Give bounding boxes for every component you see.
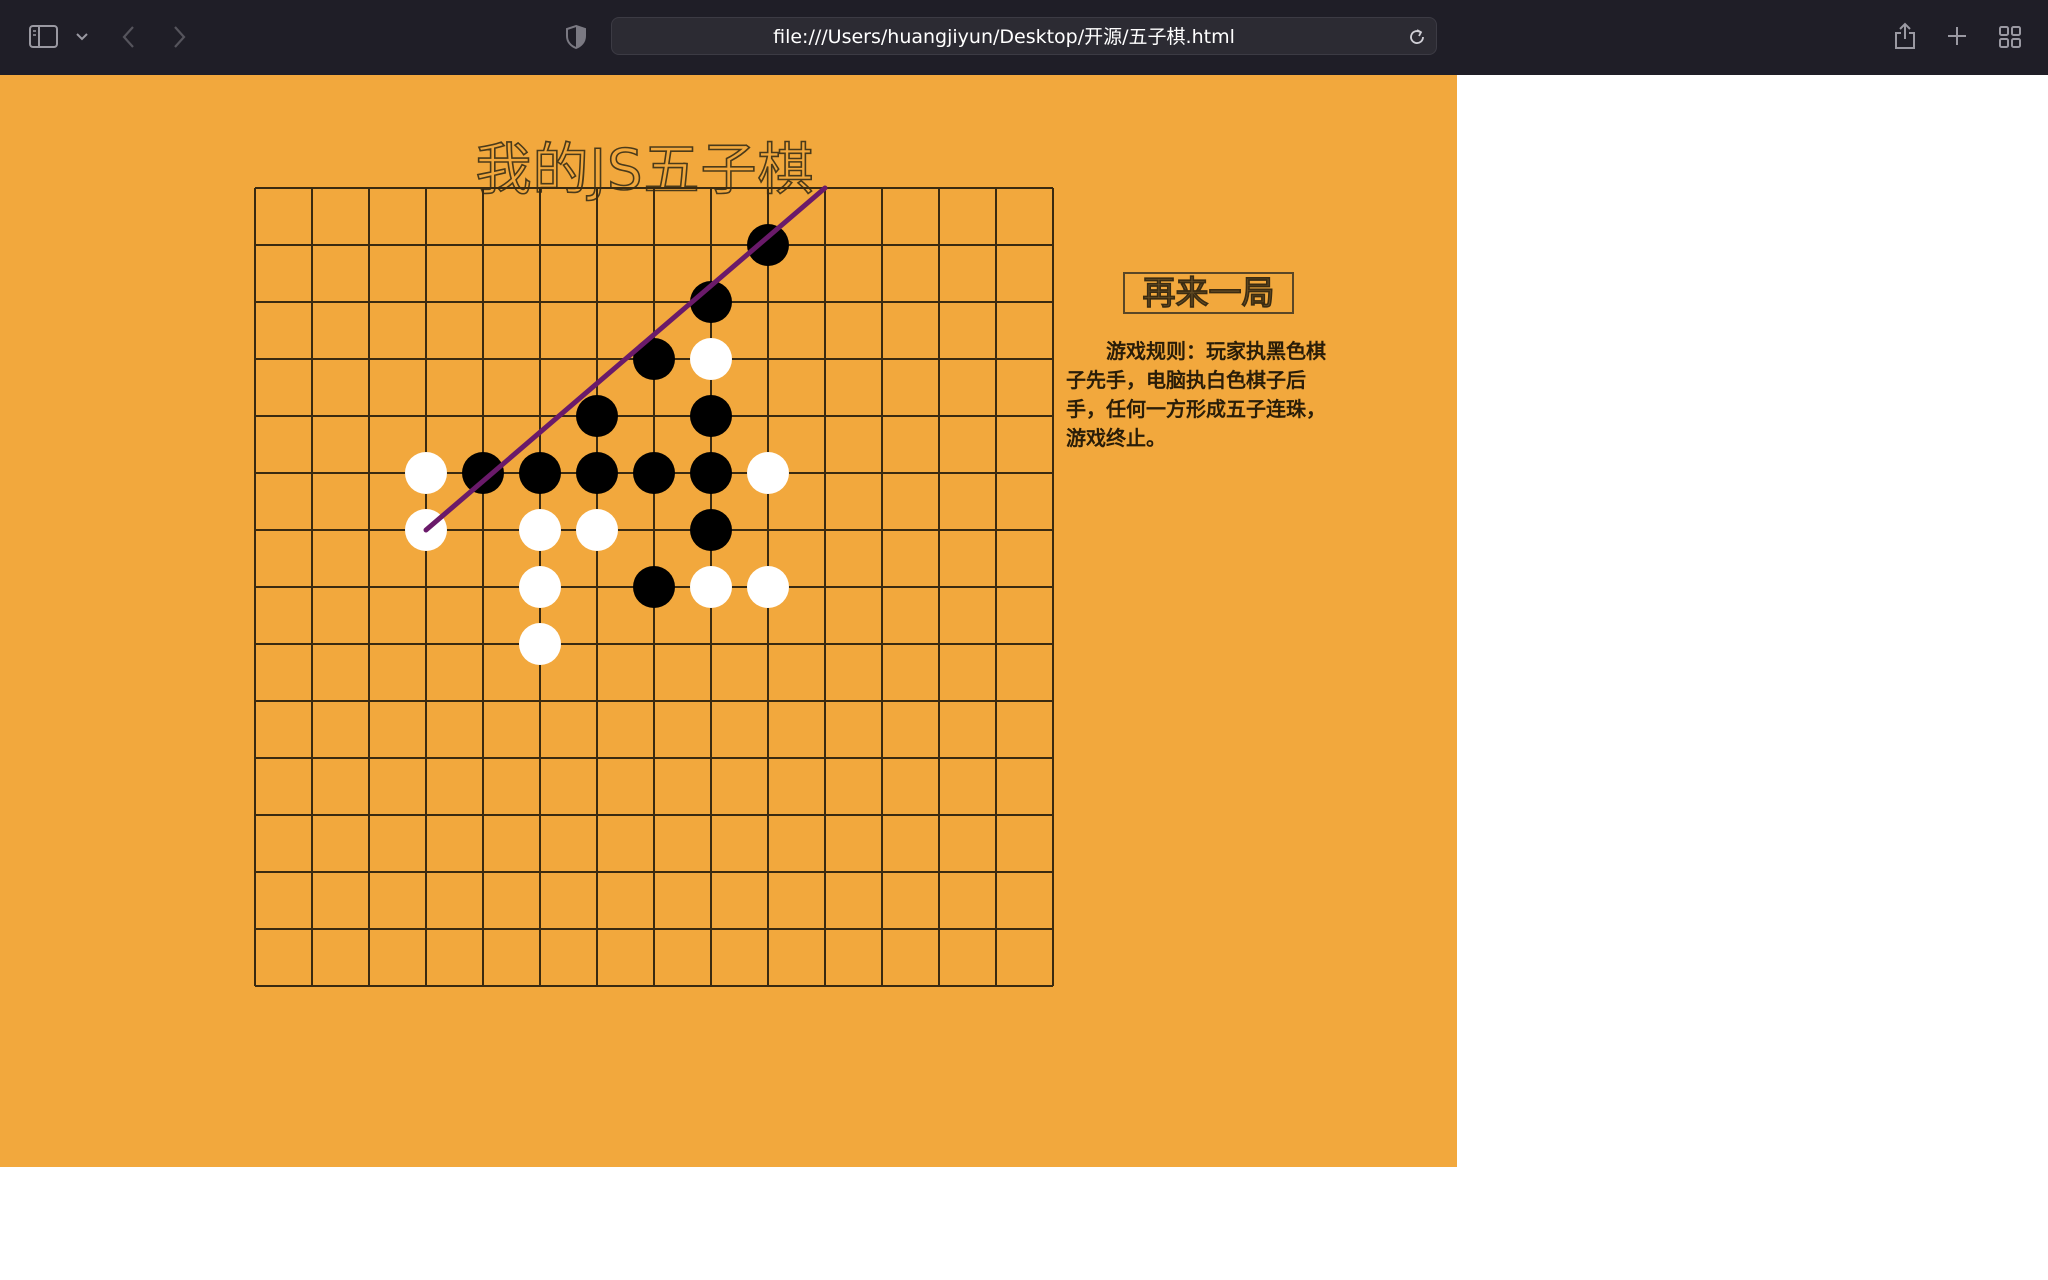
black-stone (690, 452, 732, 494)
address-bar[interactable]: file:///Users/huangjiyun/Desktop/开源/五子棋.… (611, 17, 1437, 55)
white-stone (690, 566, 732, 608)
game-page: 我的JS五子棋 再来一局 游戏规则：玩家执黑色棋子先手，电脑执白色棋子后手，任何… (0, 75, 1457, 1167)
black-stone (576, 452, 618, 494)
url-text[interactable]: file:///Users/huangjiyun/Desktop/开源/五子棋.… (612, 18, 1396, 56)
white-stone (747, 566, 789, 608)
black-stone (519, 452, 561, 494)
back-icon[interactable] (121, 24, 137, 50)
white-stone (405, 452, 447, 494)
reload-icon[interactable] (1408, 28, 1426, 46)
share-icon[interactable] (1893, 21, 1917, 51)
privacy-shield-icon[interactable] (565, 24, 587, 50)
white-stone (576, 509, 618, 551)
tab-overview-icon[interactable] (1998, 25, 2022, 49)
black-stone (690, 509, 732, 551)
black-stone (747, 224, 789, 266)
white-stone (519, 509, 561, 551)
black-stone (576, 395, 618, 437)
chevron-down-icon[interactable] (75, 31, 89, 43)
black-stone (633, 566, 675, 608)
new-tab-icon[interactable] (1946, 25, 1968, 47)
forward-icon[interactable] (171, 24, 187, 50)
gomoku-board[interactable] (252, 185, 1312, 1125)
black-stone (462, 452, 504, 494)
white-stone (690, 338, 732, 380)
white-stone (747, 452, 789, 494)
restart-button[interactable]: 再来一局 (1123, 272, 1294, 314)
rules-text: 游戏规则：玩家执黑色棋子先手，电脑执白色棋子后手，任何一方形成五子连珠，游戏终止… (1066, 339, 1326, 450)
sidebar-icon[interactable] (29, 25, 59, 49)
browser-toolbar: file:///Users/huangjiyun/Desktop/开源/五子棋.… (0, 0, 2048, 75)
white-stone (519, 623, 561, 665)
white-stone (519, 566, 561, 608)
black-stone (633, 452, 675, 494)
black-stone (690, 395, 732, 437)
